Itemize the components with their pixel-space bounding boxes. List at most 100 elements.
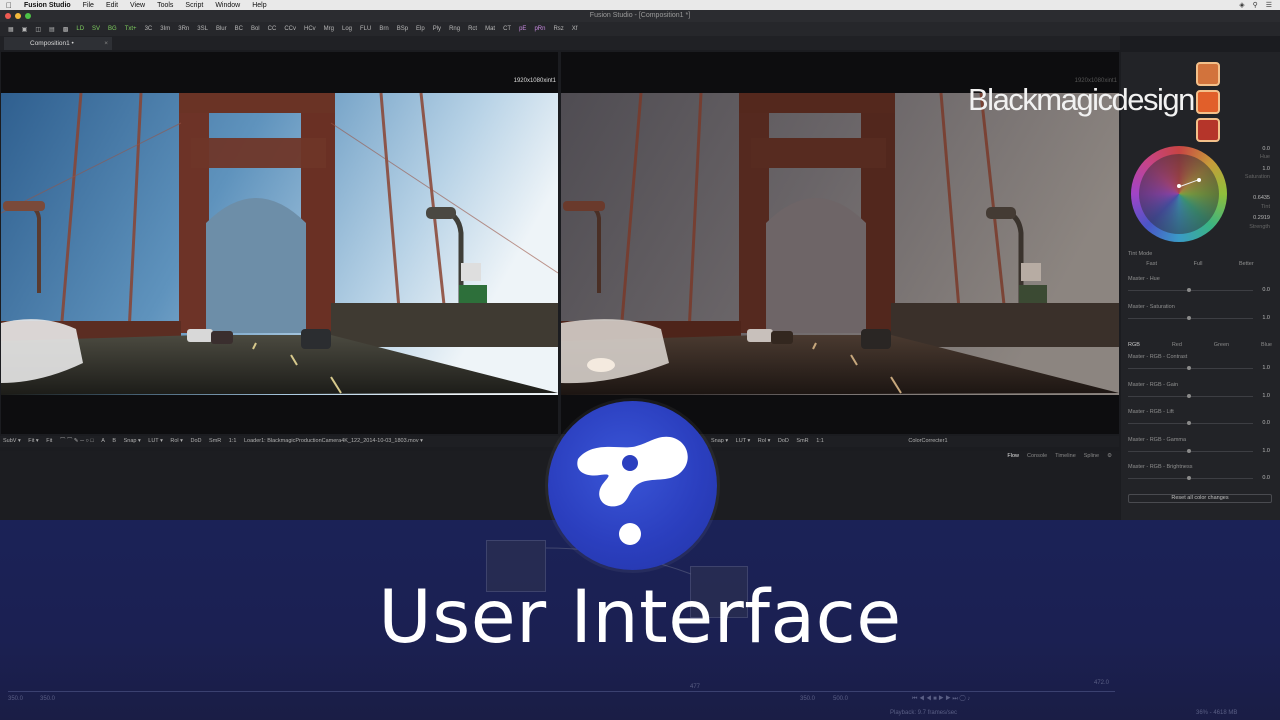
snap-dropdown[interactable]: Snap ▾ [121,438,144,444]
tab-composition1[interactable]: Composition1 • × [4,37,112,50]
transport-icons[interactable]: ⏮ ◀ ◀ ■ ▶ ▶ ⏭ ◯ ♪ [912,696,970,703]
tool-button[interactable]: Txt+ [121,26,141,32]
tint-mode-better[interactable]: Better [1239,261,1254,267]
list-icon[interactable]: ☰ [1266,1,1272,9]
menu-file[interactable]: File [77,2,100,9]
tool-button[interactable]: 3Rn [174,26,193,32]
apple-icon[interactable]:  [0,1,18,10]
channel-red[interactable]: Red [1172,342,1182,348]
saturation-value[interactable]: 1.0 [1262,315,1270,321]
tab-flow[interactable]: Flow [1007,453,1019,459]
slider-knob[interactable] [1186,288,1191,292]
menu-tools[interactable]: Tools [151,2,179,9]
tab-timeline[interactable]: Timeline [1055,453,1076,459]
menu-app-name[interactable]: Fusion Studio [18,2,77,9]
reset-color-button[interactable]: Reset all color changes [1128,494,1272,503]
tool-button[interactable]: Blur [212,26,231,32]
color-wheel-tint-dot[interactable] [1197,178,1201,182]
viewer-left[interactable]: 1920x1080xint1 [1,52,558,434]
smr-button[interactable]: SmR [793,438,811,444]
hue-value[interactable]: 0.0 [1262,287,1270,293]
tool-button[interactable]: pE [515,26,530,32]
tool-button[interactable]: BC [231,26,247,32]
dod-button[interactable]: DoD [775,438,792,444]
tool-button[interactable]: Elp [412,26,429,32]
tool-button[interactable]: Rsz [549,26,567,32]
slider-knob[interactable] [1186,476,1191,480]
channel-rgb[interactable]: RGB [1128,342,1140,348]
rgb-slider[interactable] [1128,476,1253,480]
tab-spline[interactable]: Spline [1084,453,1099,459]
loader-label[interactable]: Loader1: BlackmagicProductionCamera4K_12… [241,438,426,444]
color-wheel-center-dot[interactable] [1177,184,1181,188]
menu-help[interactable]: Help [246,2,272,9]
rgb-slider-value[interactable]: 1.0 [1262,448,1270,454]
tool-button[interactable]: BSp [393,26,412,32]
slider-knob[interactable] [1186,366,1191,370]
wifi-icon[interactable]: ◈ [1239,1,1244,9]
rgb-slider[interactable] [1128,366,1253,370]
tool-button[interactable]: CC [264,26,281,32]
tool-button[interactable]: Ply [429,26,445,32]
rgb-slider[interactable] [1128,393,1253,398]
roi-dropdown[interactable]: Rol ▾ [167,438,186,444]
saturation-slider[interactable] [1128,316,1253,320]
tool-button[interactable]: pRn [530,26,549,32]
slider-knob[interactable] [1186,421,1191,425]
slider-knob[interactable] [1186,448,1191,453]
tool-button[interactable]: LD [72,26,88,32]
menu-edit[interactable]: Edit [100,2,124,9]
rgb-slider-value[interactable]: 1.0 [1262,365,1270,371]
hue-slider[interactable] [1128,288,1253,292]
roi-dropdown[interactable]: Rol ▾ [755,438,774,444]
tool-button[interactable]: 3Im [156,26,174,32]
dod-button[interactable]: DoD [187,438,204,444]
tool-button[interactable]: 3C [141,26,157,32]
search-icon[interactable]: ⚲ [1253,1,1258,9]
smr-button[interactable]: SmR [206,438,224,444]
toolbar-panel-icon[interactable]: ▣ [18,26,32,33]
tool-button[interactable]: Xf [568,26,582,32]
rgb-slider-value[interactable]: 0.0 [1262,475,1270,481]
toolbar-grid-icon[interactable]: ▦ [4,26,18,33]
tool-button[interactable]: CT [499,26,515,32]
menu-view[interactable]: View [124,2,151,9]
channel-green[interactable]: Green [1214,342,1229,348]
tint-mode-fast[interactable]: Fast [1146,261,1157,267]
slider-knob[interactable] [1186,393,1191,398]
tool-button[interactable]: Mrg [320,26,338,32]
node-label[interactable]: ColorCorrecter1 [828,438,950,444]
zoom-window-icon[interactable] [25,13,31,19]
close-window-icon[interactable] [5,13,11,19]
tool-button[interactable]: Log [338,26,356,32]
tab-console[interactable]: Console [1027,453,1047,459]
curve-tools-icon[interactable]: ⌒ ⌒ ✎ ─ ○ □ [57,438,97,444]
rgb-slider[interactable] [1128,421,1253,425]
tool-button[interactable]: SV [88,26,104,32]
fit-dropdown[interactable]: Fit ▾ [25,438,41,444]
tool-button[interactable]: FLU [356,26,375,32]
toolbar-save-icon[interactable]: ▩ [59,26,73,33]
rgb-slider-value[interactable]: 1.0 [1262,393,1270,399]
menu-script[interactable]: Script [179,2,209,9]
buffer-a-button[interactable]: A [98,438,108,444]
tool-button[interactable]: Rct [464,26,481,32]
tool-button[interactable]: 3SL [193,26,212,32]
lut-dropdown[interactable]: LUT ▾ [733,438,754,444]
slider-knob[interactable] [1186,316,1191,320]
rgb-slider-value[interactable]: 0.0 [1262,420,1270,426]
close-tab-icon[interactable]: × [104,37,108,50]
color-wheel[interactable] [1131,146,1227,242]
toolbar-split-icon[interactable]: ◫ [31,26,45,33]
fit-button[interactable]: Fit [43,438,55,444]
tool-button[interactable]: Bol [247,26,264,32]
minimize-window-icon[interactable] [15,13,21,19]
toolbar-layout-icon[interactable]: ▤ [45,26,59,33]
tool-button[interactable]: Mat [481,26,499,32]
tool-button[interactable]: Brn [375,26,392,32]
zoom-1to1-button[interactable]: 1:1 [226,438,240,444]
menu-window[interactable]: Window [209,2,246,9]
tool-button[interactable]: CCv [280,26,300,32]
tool-button[interactable]: Rng [445,26,464,32]
tool-button[interactable]: BG [104,26,121,32]
